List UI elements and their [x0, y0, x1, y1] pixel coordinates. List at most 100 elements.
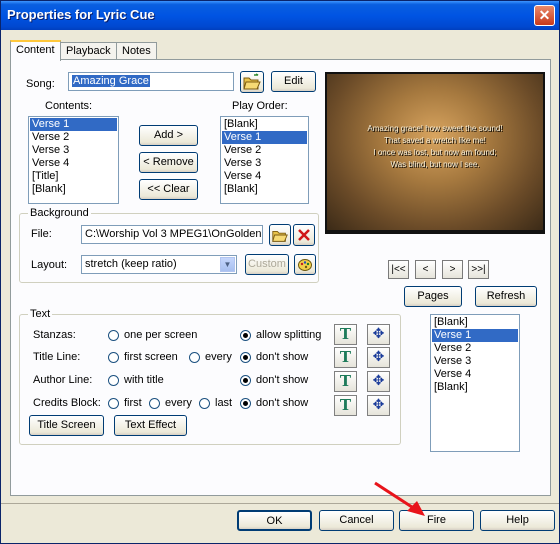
page-list[interactable]: [Blank] Verse 1 Verse 2 Verse 3 Verse 4 …	[430, 314, 520, 452]
layout-label: Layout:	[31, 259, 68, 271]
pages-button[interactable]: Pages	[404, 286, 462, 307]
radio-label: first screen	[124, 351, 178, 363]
radio-label: every	[205, 351, 232, 363]
tab-content[interactable]: Content	[10, 40, 61, 61]
play-order-list[interactable]: [Blank] Verse 1 Verse 2 Verse 3 Verse 4 …	[220, 116, 309, 204]
stanzas-one-radio[interactable]	[108, 330, 119, 341]
song-label: Song:	[26, 78, 55, 90]
list-item[interactable]: Verse 3	[222, 157, 307, 170]
file-label: File:	[31, 228, 52, 240]
author-with-title-radio[interactable]	[108, 375, 119, 386]
custom-button[interactable]: Custom	[245, 254, 289, 275]
clear-button[interactable]: << Clear	[139, 179, 198, 200]
list-item[interactable]: Verse 2	[432, 342, 518, 355]
preview-line: Amazing grace! how sweet the sound!	[367, 124, 503, 133]
stanza-move-icon[interactable]: ✥	[367, 324, 390, 345]
radio-label: don't show	[256, 397, 309, 409]
clear-background-button[interactable]	[293, 224, 315, 246]
tab-notes[interactable]: Notes	[116, 42, 157, 60]
author-font-icon[interactable]: T	[334, 371, 357, 392]
stanzas-split-radio[interactable]	[240, 330, 251, 341]
credits-first-radio[interactable]	[108, 398, 119, 409]
list-item[interactable]: Verse 3	[432, 355, 518, 368]
chevron-down-icon[interactable]: ▼	[220, 257, 235, 272]
text-group-title: Text	[28, 308, 53, 320]
prev-page-button[interactable]: <	[415, 260, 436, 279]
last-page-button[interactable]: >>|	[468, 260, 489, 279]
contents-label: Contents:	[45, 100, 93, 112]
radio-label: don't show	[256, 374, 309, 386]
contents-list[interactable]: Verse 1 Verse 2 Verse 3 Verse 4 [Title] …	[28, 116, 119, 204]
footer-divider	[1, 503, 559, 504]
list-item[interactable]: [Title]	[30, 170, 117, 183]
file-browse-button[interactable]	[269, 224, 291, 246]
list-item[interactable]: Verse 1	[432, 329, 518, 342]
list-item[interactable]: Verse 3	[30, 144, 117, 157]
folder-open-icon	[243, 73, 261, 90]
title-move-icon[interactable]: ✥	[367, 347, 390, 368]
preview-line: I once was lost, but now am found;	[373, 148, 497, 157]
list-item[interactable]: [Blank]	[432, 381, 518, 394]
list-item[interactable]: Verse 2	[30, 131, 117, 144]
song-value: Amazing Grace	[72, 75, 150, 87]
background-group-title: Background	[28, 207, 91, 219]
preview-pane: Amazing grace! how sweet the sound! That…	[325, 72, 545, 234]
radio-label: first	[124, 397, 142, 409]
list-item[interactable]: Verse 4	[30, 157, 117, 170]
edit-button[interactable]: Edit	[271, 71, 316, 92]
credits-last-radio[interactable]	[199, 398, 210, 409]
refresh-button[interactable]: Refresh	[475, 286, 537, 307]
red-x-icon	[298, 229, 310, 241]
close-button[interactable]: ✕	[534, 5, 555, 26]
file-field[interactable]: C:\Worship Vol 3 MPEG1\OnGolden	[81, 225, 263, 244]
preview-line: That saved a wretch like me!	[384, 136, 486, 145]
list-item[interactable]: [Blank]	[30, 183, 117, 196]
list-item[interactable]: Verse 2	[222, 144, 307, 157]
background-image: Amazing grace! how sweet the sound! That…	[327, 74, 543, 230]
author-line-label: Author Line:	[33, 374, 93, 386]
radio-label: allow splitting	[256, 329, 322, 341]
add-button[interactable]: Add >	[139, 125, 198, 146]
text-effect-button[interactable]: Text Effect	[114, 415, 187, 436]
palette-button[interactable]	[294, 254, 316, 275]
title-every-radio[interactable]	[189, 352, 200, 363]
title-dont-show-radio[interactable]	[240, 352, 251, 363]
author-move-icon[interactable]: ✥	[367, 371, 390, 392]
radio-label: don't show	[256, 351, 309, 363]
credits-move-icon[interactable]: ✥	[367, 395, 390, 416]
list-item[interactable]: Verse 4	[222, 170, 307, 183]
help-button[interactable]: Help	[480, 510, 555, 531]
credits-every-radio[interactable]	[149, 398, 160, 409]
credits-block-label: Credits Block:	[33, 397, 101, 409]
folder-open-icon	[272, 230, 288, 242]
stanza-font-icon[interactable]: T	[334, 324, 357, 345]
list-item[interactable]: [Blank]	[222, 183, 307, 196]
radio-label: every	[165, 397, 192, 409]
remove-button[interactable]: < Remove	[139, 152, 198, 173]
song-field[interactable]: Amazing Grace	[68, 72, 234, 91]
song-browse-button[interactable]	[240, 71, 264, 93]
title-screen-button[interactable]: Title Screen	[29, 415, 104, 436]
title-font-icon[interactable]: T	[334, 347, 357, 368]
tab-playback[interactable]: Playback	[60, 42, 117, 60]
stanzas-label: Stanzas:	[33, 329, 76, 341]
radio-label: last	[215, 397, 233, 409]
layout-value: stretch (keep ratio)	[85, 258, 177, 270]
title-first-radio[interactable]	[108, 352, 119, 363]
annotation-arrow-icon	[374, 481, 425, 516]
ok-button[interactable]: OK	[237, 510, 312, 531]
list-item[interactable]: Verse 4	[432, 368, 518, 381]
list-item[interactable]: Verse 1	[30, 118, 117, 131]
title-bar[interactable]: Properties for Lyric Cue ✕	[1, 1, 559, 30]
list-item[interactable]: [Blank]	[432, 316, 518, 329]
credits-font-icon[interactable]: T	[334, 395, 357, 416]
radio-label: one per screen	[124, 329, 198, 341]
next-page-button[interactable]: >	[442, 260, 463, 279]
layout-select[interactable]: stretch (keep ratio) ▼	[81, 255, 237, 274]
list-item[interactable]: Verse 1	[222, 131, 307, 144]
first-page-button[interactable]: |<<	[388, 260, 409, 279]
window-title: Properties for Lyric Cue	[7, 7, 155, 22]
credits-dont-show-radio[interactable]	[240, 398, 251, 409]
list-item[interactable]: [Blank]	[222, 118, 307, 131]
author-dont-show-radio[interactable]	[240, 375, 251, 386]
